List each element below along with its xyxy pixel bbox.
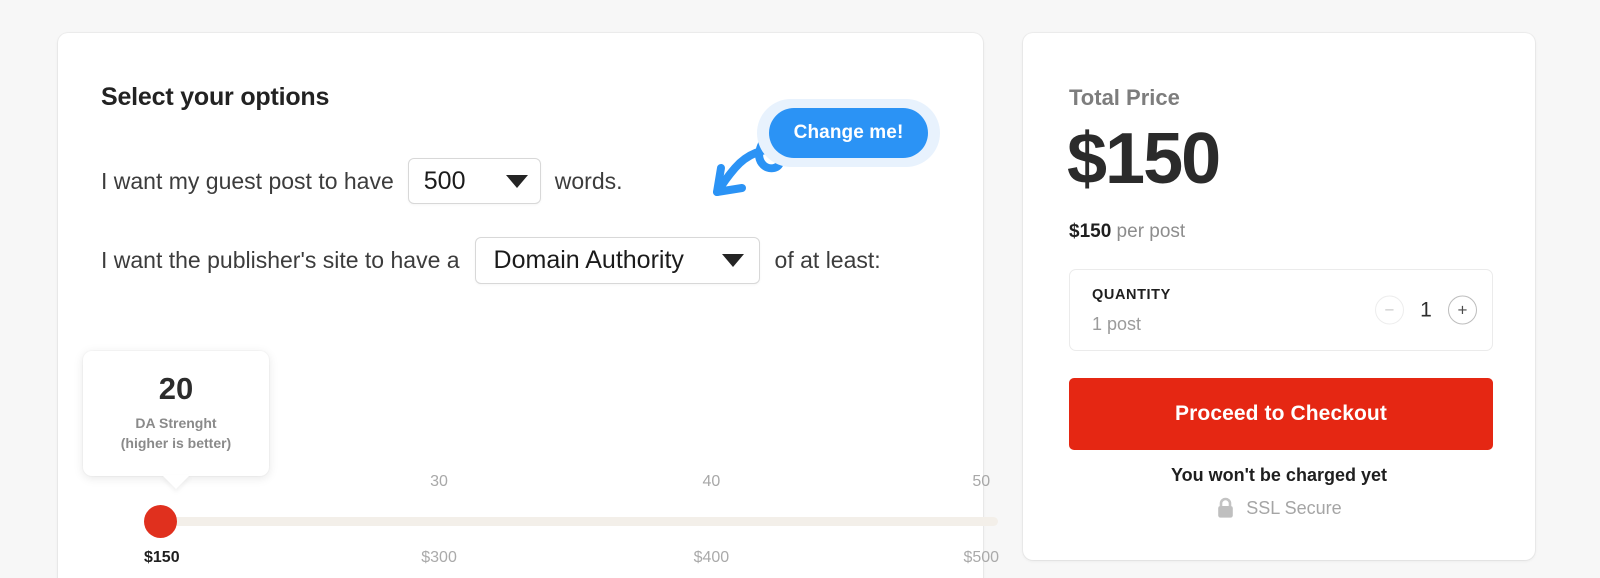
domain-authority-lead-label: I want the publisher's site to have a xyxy=(101,247,460,273)
slider-tick-bottom: $150 xyxy=(144,549,180,566)
no-charge-note: You won't be charged yet xyxy=(1171,465,1387,485)
slider-tick-top: 30 xyxy=(430,473,448,490)
slider-track[interactable] xyxy=(160,517,998,526)
per-post-price-row: $150 per post xyxy=(1069,221,1185,243)
quantity-decrement-button[interactable]: − xyxy=(1375,295,1404,325)
chevron-down-icon xyxy=(721,254,744,267)
quantity-increment-button[interactable]: + xyxy=(1448,295,1477,325)
quantity-value: 1 xyxy=(1420,298,1432,321)
ssl-secure-label: SSL Secure xyxy=(1246,497,1342,518)
tooltip-pointer-icon xyxy=(162,475,190,489)
quantity-subtitle: 1 post xyxy=(1092,314,1142,334)
slider-tick-bottom: $400 xyxy=(693,549,730,566)
da-strength-tooltip: 20 DA Strenght (higher is better) xyxy=(83,351,269,489)
total-price-amount: $150 xyxy=(1067,119,1221,199)
word-count-row: I want my guest post to have 500 words. xyxy=(101,158,623,204)
ssl-secure-row: SSL Secure xyxy=(1023,497,1535,519)
domain-authority-row: I want the publisher's site to have a Do… xyxy=(101,237,881,284)
order-summary-card: Total Price $150 $150 per post QUANTITY … xyxy=(1023,33,1535,560)
slider-thumb[interactable] xyxy=(144,505,177,538)
domain-authority-select-value: Domain Authority xyxy=(493,246,684,274)
word-count-select-value: 500 xyxy=(423,166,466,195)
quantity-box: QUANTITY 1 post − 1 + xyxy=(1069,269,1493,351)
quantity-label: QUANTITY xyxy=(1092,287,1171,303)
lock-icon xyxy=(1218,497,1234,518)
slider-tick-top: 40 xyxy=(702,473,721,490)
page-title: Select your options xyxy=(101,83,330,111)
change-me-callout: Change me! xyxy=(757,99,940,167)
proceed-to-checkout-button[interactable]: Proceed to Checkout xyxy=(1069,378,1493,450)
word-count-trail-label: words. xyxy=(554,167,623,194)
da-strength-value: 20 xyxy=(158,371,194,407)
total-price-label: Total Price xyxy=(1069,85,1180,110)
chevron-down-icon xyxy=(505,174,528,188)
page-root: Select your options I want my guest post… xyxy=(0,0,1600,578)
domain-authority-trail-label: of at least: xyxy=(774,247,881,273)
domain-authority-select[interactable]: Domain Authority xyxy=(474,237,760,284)
slider-tick-bottom: $500 xyxy=(963,549,1000,566)
slider-tick-top: 50 xyxy=(972,473,991,490)
quantity-stepper: − 1 + xyxy=(1375,295,1477,325)
change-me-button[interactable]: Change me! xyxy=(769,108,928,158)
per-post-price-value: $150 xyxy=(1069,221,1112,242)
word-count-select[interactable]: 500 xyxy=(407,158,541,204)
per-post-price-suffix: per post xyxy=(1111,221,1186,242)
da-strength-label-line2: (higher is better) xyxy=(120,435,232,452)
da-strength-label-line1: DA Strenght xyxy=(135,414,217,431)
word-count-lead-label: I want my guest post to have xyxy=(101,167,394,194)
da-price-slider[interactable]: 30 40 50 $150 $300 $400 $500 xyxy=(144,473,1000,573)
slider-tick-bottom: $300 xyxy=(421,549,457,566)
